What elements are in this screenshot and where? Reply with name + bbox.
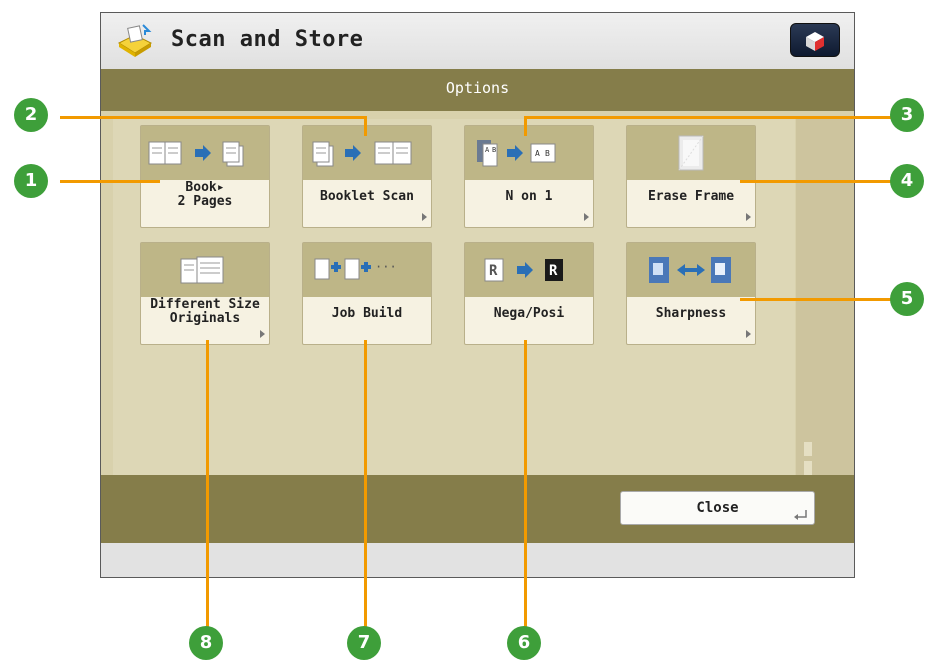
callout-badge-5: 5 (890, 282, 924, 316)
svg-text:B: B (492, 146, 496, 154)
callout-line-3-drop (524, 116, 527, 136)
options-title: Options (445, 79, 510, 97)
title-bar: Scan and Store (101, 13, 854, 69)
return-arrow-icon (794, 510, 807, 520)
tile-label: Sharpness (655, 306, 727, 321)
page-scroll-area[interactable] (796, 119, 854, 475)
callout-line-7 (364, 340, 367, 628)
options-header-bar: Options (101, 69, 854, 111)
booklet-scan-button[interactable]: Booklet Scan (302, 125, 432, 228)
different-size-originals-button[interactable]: Different Size Originals (140, 242, 270, 345)
callout-line-4 (740, 180, 896, 183)
callout-badge-2: 2 (14, 98, 48, 132)
scan-and-store-icon (117, 24, 153, 57)
tile-label: Book▸ 2 Pages (177, 180, 233, 209)
more-arrow-icon (746, 330, 751, 338)
tile-label: Booklet Scan (320, 189, 414, 204)
tile-label: Job Build (331, 306, 403, 321)
tile-label: Different Size Originals (150, 297, 260, 326)
erase-frame-icon (678, 135, 704, 171)
nega-posi-icon: R R (484, 258, 563, 282)
sharpness-button[interactable]: Sharpness (626, 242, 756, 345)
callout-badge-3: 3 (890, 98, 924, 132)
job-build-icon: ··· (314, 258, 397, 280)
more-arrow-icon (422, 213, 427, 221)
close-label: Close (696, 500, 739, 516)
callout-line-3 (524, 116, 894, 119)
tile-label: N on 1 (505, 189, 553, 204)
callout-line-6 (524, 340, 527, 628)
tile-label: Erase Frame (647, 189, 735, 204)
callout-badge-8: 8 (189, 626, 223, 660)
more-arrow-icon (584, 213, 589, 221)
erase-frame-button[interactable]: Erase Frame (626, 125, 756, 228)
tile-label: Nega/Posi (493, 306, 565, 321)
book-2-pages-button[interactable]: Book▸ 2 Pages (140, 125, 270, 228)
callout-badge-1: 1 (14, 164, 48, 198)
callout-line-8 (206, 340, 209, 628)
sharpness-icon (649, 257, 731, 283)
svg-text:···: ··· (375, 260, 397, 274)
device-screen: Scan and Store Options Book▸ 2 Pages Boo… (100, 12, 855, 578)
callout-badge-6: 6 (507, 626, 541, 660)
page-indicator (804, 441, 854, 479)
book-to-pages-icon (148, 141, 244, 167)
n-on-1-icon: AB AB (477, 140, 556, 167)
more-arrow-icon (746, 213, 751, 221)
job-build-button[interactable]: ··· Job Build (302, 242, 432, 345)
status-bar (101, 543, 854, 577)
svg-text:A: A (535, 149, 540, 158)
callout-line-2-drop (364, 116, 367, 136)
callout-badge-4: 4 (890, 164, 924, 198)
svg-text:R: R (489, 263, 498, 279)
more-arrow-icon (260, 330, 265, 338)
callout-line-2 (60, 116, 365, 119)
callout-badge-7: 7 (347, 626, 381, 660)
svg-text:B: B (545, 149, 550, 158)
cube-icon (806, 32, 824, 51)
close-button[interactable]: Close (620, 491, 815, 525)
n-on-1-button[interactable]: AB AB N on 1 (464, 125, 594, 228)
booklet-scan-icon (312, 141, 412, 167)
callout-line-5 (740, 298, 896, 301)
home-button[interactable] (790, 23, 840, 57)
svg-text:R: R (549, 263, 558, 279)
callout-line-1 (60, 180, 160, 183)
app-title: Scan and Store (171, 27, 364, 52)
nega-posi-button[interactable]: R R Nega/Posi (464, 242, 594, 345)
different-size-originals-icon (180, 256, 224, 284)
options-panel: Book▸ 2 Pages Booklet Scan AB AB N on 1 … (101, 111, 854, 475)
